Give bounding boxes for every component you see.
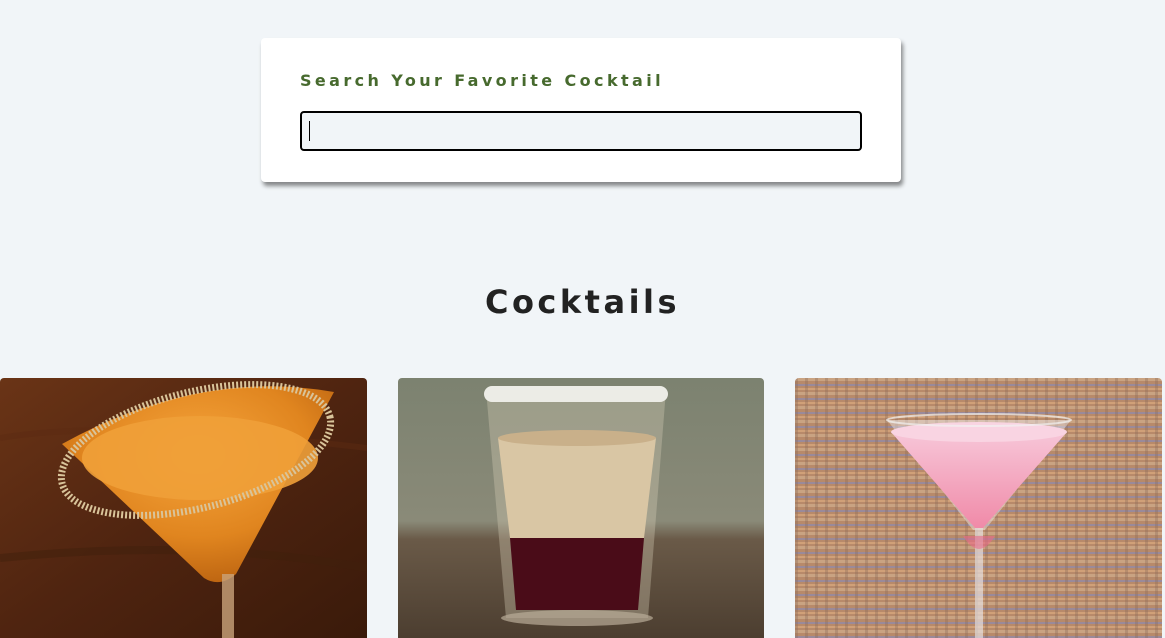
search-input[interactable] [300, 111, 862, 151]
cocktail-card[interactable] [398, 378, 764, 638]
cocktail-card[interactable] [0, 378, 367, 638]
cocktail-image [795, 378, 1162, 638]
cocktail-image [0, 378, 367, 638]
cocktail-image [398, 378, 764, 638]
search-form: Search Your Favorite Cocktail [261, 38, 901, 182]
section-title: Cocktails [484, 283, 681, 321]
text-caret [309, 121, 310, 141]
search-label: Search Your Favorite Cocktail [300, 71, 664, 90]
cocktail-card[interactable] [795, 378, 1162, 638]
